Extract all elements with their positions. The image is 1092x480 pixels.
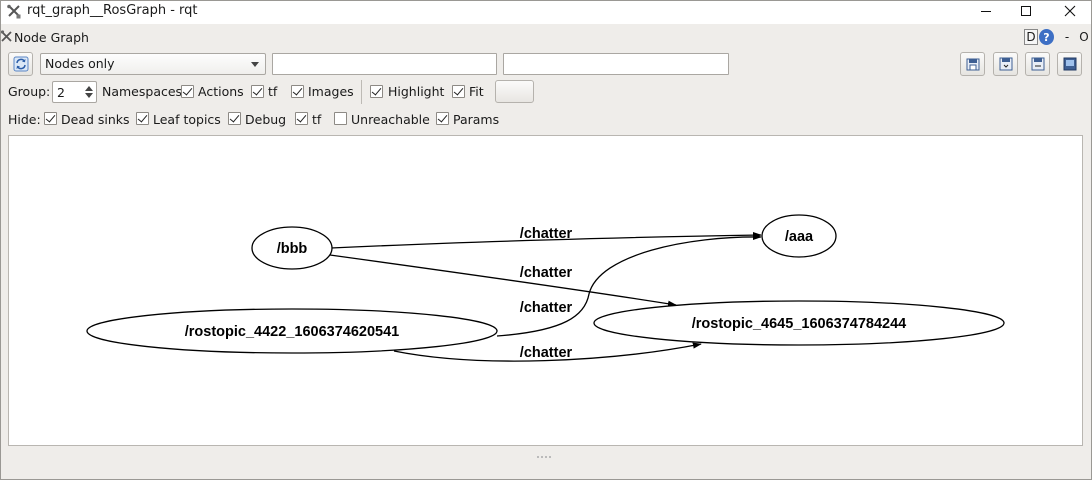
fit-view-button[interactable] xyxy=(495,80,534,103)
fit-label: Fit xyxy=(469,84,484,99)
chevron-down-icon xyxy=(251,62,259,67)
edge-label: /chatter xyxy=(520,226,573,242)
window-title: rqt_graph__RosGraph - rqt xyxy=(27,3,198,18)
hide-label: Hide: xyxy=(8,112,41,127)
load-dot-button[interactable] xyxy=(960,52,985,76)
edge-label: /chatter xyxy=(520,265,573,281)
refresh-graph-button[interactable] xyxy=(8,52,33,76)
hide-row: Hide: Dead sinks Leaf topics Debug tf Un… xyxy=(0,108,1092,130)
toolbar-row: Nodes only xyxy=(0,51,1092,77)
group-label: Group: xyxy=(8,84,51,99)
node-graph-icon xyxy=(0,30,12,42)
params-label: Params xyxy=(453,112,500,127)
save-image-icon xyxy=(1063,57,1076,71)
edge-label: /chatter xyxy=(520,345,573,361)
save-svg-icon xyxy=(1031,57,1044,71)
leaf-topics-checkbox[interactable] xyxy=(136,112,149,125)
node-label: /rostopic_4645_1606374784244 xyxy=(692,316,906,332)
node-label: /bbb xyxy=(277,241,308,257)
save-dot-icon xyxy=(999,57,1012,71)
refresh-icon xyxy=(13,56,28,72)
highlight-label: Highlight xyxy=(388,84,445,99)
minimize-icon xyxy=(981,11,991,12)
graph-node-bbb[interactable]: /bbb xyxy=(251,226,333,270)
dock-help-icon[interactable]: ? xyxy=(1039,29,1054,45)
dead-sinks-label: Dead sinks xyxy=(61,112,130,127)
hide-tf-label: tf xyxy=(312,112,322,127)
options-separator xyxy=(361,80,362,104)
graph-canvas[interactable]: /chatter /chatter /chatter /chatter /bbb… xyxy=(8,135,1083,446)
filter-include-input[interactable] xyxy=(272,53,497,75)
filter-exclude-input[interactable] xyxy=(503,53,729,75)
fit-checkbox[interactable] xyxy=(452,85,465,98)
hide-tf-checkbox[interactable] xyxy=(295,112,308,125)
minimize-button[interactable] xyxy=(964,0,1008,22)
ros-graph-svg: /chatter /chatter /chatter /chatter /bbb… xyxy=(86,214,1005,362)
dead-sinks-checkbox[interactable] xyxy=(44,112,57,125)
dock-minimize-button[interactable]: - xyxy=(1062,29,1072,45)
spin-down-icon[interactable] xyxy=(85,93,93,98)
spin-up-icon[interactable] xyxy=(85,86,93,91)
save-image-button[interactable] xyxy=(1057,52,1082,76)
save-dot-button[interactable] xyxy=(993,52,1018,76)
graph-mode-select[interactable]: Nodes only xyxy=(40,53,266,75)
unreachable-checkbox[interactable] xyxy=(334,112,347,125)
dock-titlebar: Node Graph D ? - O xyxy=(0,26,1092,48)
images-label: Images xyxy=(308,84,354,99)
tf-label: tf xyxy=(268,84,278,99)
graph-node-rostopic-4645[interactable]: /rostopic_4645_1606374784244 xyxy=(593,300,1005,346)
resize-grip[interactable] xyxy=(537,456,555,459)
save-svg-button[interactable] xyxy=(1025,52,1050,76)
dock-close-button[interactable]: O xyxy=(1078,29,1090,45)
debug-checkbox[interactable] xyxy=(228,112,241,125)
leaf-topics-label: Leaf topics xyxy=(153,112,221,127)
node-label: /aaa xyxy=(785,229,814,245)
edge-bbb-rostopic4645[interactable] xyxy=(329,254,677,307)
actions-checkbox[interactable] xyxy=(181,85,194,98)
group-value: 2 xyxy=(57,85,65,100)
namespaces-label: Namespaces xyxy=(102,84,183,99)
window-titlebar: rqt_graph__RosGraph - rqt xyxy=(0,0,1092,24)
options-row: Group: 2 Namespaces Actions tf Images Hi… xyxy=(0,80,1092,104)
close-icon xyxy=(1064,5,1076,17)
dock-help-d-button[interactable]: D xyxy=(1024,29,1038,45)
debug-label: Debug xyxy=(245,112,287,127)
params-checkbox[interactable] xyxy=(436,112,449,125)
rqt-app-icon xyxy=(7,4,21,19)
load-file-icon xyxy=(966,58,979,71)
maximize-button[interactable] xyxy=(1004,0,1048,22)
graph-node-aaa[interactable]: /aaa xyxy=(761,214,837,258)
images-checkbox[interactable] xyxy=(291,85,304,98)
edge-label: /chatter xyxy=(520,300,573,316)
unreachable-label: Unreachable xyxy=(351,112,430,127)
actions-label: Actions xyxy=(198,84,244,99)
maximize-icon xyxy=(1021,6,1031,16)
graph-node-rostopic-4422[interactable]: /rostopic_4422_1606374620541 xyxy=(86,308,498,354)
dock-title: Node Graph xyxy=(14,30,89,45)
node-label: /rostopic_4422_1606374620541 xyxy=(185,324,399,340)
graph-mode-value: Nodes only xyxy=(45,56,115,71)
group-spinbox[interactable]: 2 xyxy=(52,81,97,103)
close-button[interactable] xyxy=(1048,0,1092,22)
highlight-checkbox[interactable] xyxy=(370,85,383,98)
tf-checkbox[interactable] xyxy=(251,85,264,98)
